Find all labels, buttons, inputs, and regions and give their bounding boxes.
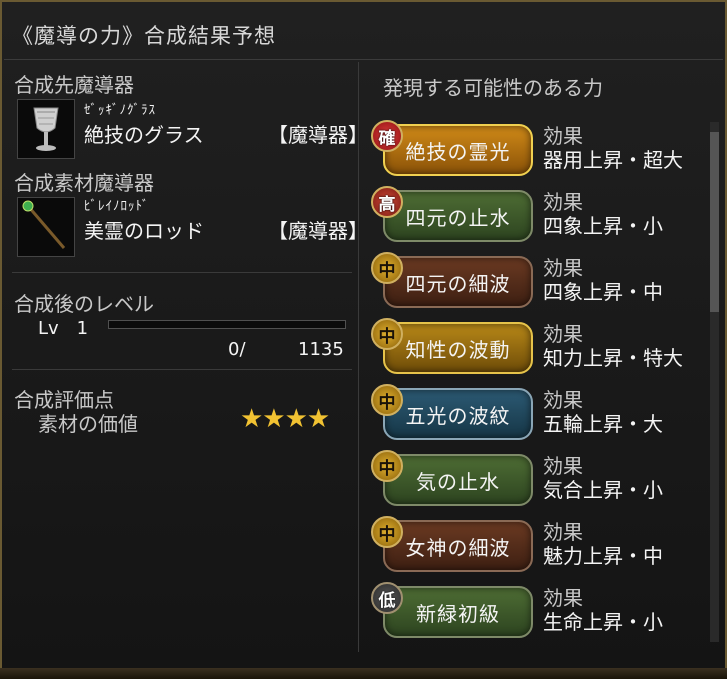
powers-header: 発現する可能性のある力 xyxy=(383,76,603,100)
star-rating: ★★★★ xyxy=(240,404,330,434)
exp-bar xyxy=(108,320,346,329)
panel-divider xyxy=(358,62,359,652)
material-value-label: 素材の価値 xyxy=(38,412,138,436)
bottom-frame xyxy=(0,668,727,679)
effect-value: 生命上昇・小 xyxy=(543,610,663,634)
title-divider xyxy=(4,59,723,60)
power-name[interactable]: 五光の波紋 xyxy=(383,388,533,440)
target-label: 合成先魔導器 xyxy=(14,73,134,97)
synthesis-window: 《魔導の力》合成結果予想 合成先魔導器 ｾﾞｯｷﾞﾉｸﾞﾗｽ 絶技のグラス 【魔… xyxy=(0,0,727,679)
probability-badge: 高 xyxy=(371,186,403,218)
probability-badge: 中 xyxy=(371,252,403,284)
effect-value: 四象上昇・中 xyxy=(543,280,663,304)
probability-badge: 確 xyxy=(371,120,403,152)
effect-value: 魅力上昇・中 xyxy=(543,544,663,568)
rod-icon xyxy=(17,197,75,257)
power-name[interactable]: 気の止水 xyxy=(383,454,533,506)
effect-value: 器用上昇・超大 xyxy=(543,148,683,172)
material-type: 【魔導器】 xyxy=(268,219,368,243)
material-ruby: ﾋﾞﾚｲﾉﾛｯﾄﾞ xyxy=(84,199,150,214)
left-separator xyxy=(12,272,352,273)
effect-value: 気合上昇・小 xyxy=(543,478,663,502)
target-type: 【魔導器】 xyxy=(268,123,368,147)
material-name: 美霊のロッド xyxy=(84,219,204,243)
probability-badge: 低 xyxy=(371,582,403,614)
level-label: 合成後のレベル xyxy=(14,292,154,316)
power-name[interactable]: 新緑初級 xyxy=(383,586,533,638)
probability-badge: 中 xyxy=(371,516,403,548)
scrollbar-thumb[interactable] xyxy=(710,132,719,312)
effect-value: 四象上昇・小 xyxy=(543,214,663,238)
power-name[interactable]: 絶技の霊光 xyxy=(383,124,533,176)
effect-value: 知力上昇・特大 xyxy=(543,346,683,370)
level-value: Lv 1 xyxy=(38,318,89,339)
exp-max: 1135 xyxy=(298,339,344,360)
power-name[interactable]: 知性の波動 xyxy=(383,322,533,374)
power-name[interactable]: 四元の細波 xyxy=(383,256,533,308)
target-name: 絶技のグラス xyxy=(84,123,204,147)
probability-badge: 中 xyxy=(371,450,403,482)
material-label: 合成素材魔導器 xyxy=(14,171,154,195)
probability-badge: 中 xyxy=(371,384,403,416)
left-separator-2 xyxy=(12,369,352,370)
goblet-icon xyxy=(17,99,75,159)
exp-current: 0/ xyxy=(228,339,246,360)
effect-value: 五輪上昇・大 xyxy=(543,412,663,436)
target-ruby: ｾﾞｯｷﾞﾉｸﾞﾗｽ xyxy=(84,103,156,118)
window-title: 《魔導の力》合成結果予想 xyxy=(12,24,276,48)
power-name[interactable]: 四元の止水 xyxy=(383,190,533,242)
power-name[interactable]: 女神の細波 xyxy=(383,520,533,572)
probability-badge: 中 xyxy=(371,318,403,350)
